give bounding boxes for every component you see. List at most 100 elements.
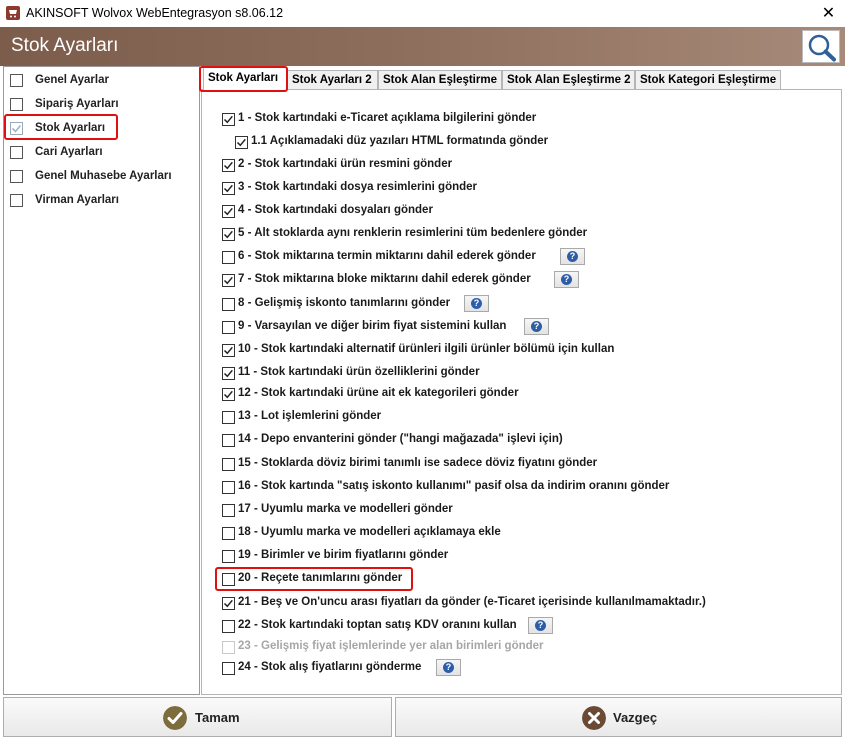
- help-button-option-6[interactable]: ?: [560, 248, 585, 265]
- option-row-15[interactable]: 15 - Stoklarda döviz birimi tanımlı ise …: [222, 456, 822, 474]
- checkbox-checked[interactable]: [235, 136, 248, 149]
- checkbox-checked[interactable]: [222, 388, 235, 401]
- checkmark-icon: [223, 184, 233, 193]
- checkbox[interactable]: [10, 194, 23, 207]
- tab-stok-ayarlari-2[interactable]: Stok Ayarları 2: [287, 70, 378, 90]
- option-label: 24 - Stok alış fiyatlarını gönderme: [238, 661, 422, 673]
- cancel-button-label: Vazgeç: [613, 710, 658, 725]
- option-row-7[interactable]: 7 - Stok miktarına bloke miktarını dahil…: [222, 272, 822, 290]
- checkbox-checked[interactable]: [222, 367, 235, 380]
- checkbox[interactable]: [10, 170, 23, 183]
- option-row-2[interactable]: 2 - Stok kartındaki ürün resmini gönder: [222, 157, 822, 175]
- option-label: 16 - Stok kartında "satış iskonto kullan…: [238, 480, 670, 492]
- checkbox[interactable]: [222, 411, 235, 424]
- option-label: 6 - Stok miktarına termin miktarını dahi…: [238, 250, 536, 262]
- checkbox[interactable]: [222, 434, 235, 447]
- option-row-1[interactable]: 1 - Stok kartındaki e-Ticaret açıklama b…: [222, 111, 822, 129]
- checkmark-icon: [223, 369, 233, 378]
- magnifier-icon: [808, 34, 836, 62]
- option-row-16[interactable]: 16 - Stok kartında "satış iskonto kullan…: [222, 479, 822, 497]
- help-question-icon: ?: [443, 662, 454, 673]
- checkbox-checked[interactable]: [222, 113, 235, 126]
- checkmark-icon: [223, 207, 233, 216]
- option-row-22[interactable]: 22 - Stok kartındaki toptan satış KDV or…: [222, 618, 822, 636]
- option-label: 13 - Lot işlemlerini gönder: [238, 410, 382, 422]
- help-button-option-22[interactable]: ?: [528, 617, 553, 634]
- option-label: 10 - Stok kartındaki alternatif ürünleri…: [238, 343, 615, 355]
- tab-strip: Stok Ayarları Stok Ayarları 2 Stok Alan …: [201, 66, 845, 90]
- option-row-23: 23 - Gelişmiş fiyat işlemlerinde yer ala…: [222, 639, 822, 657]
- option-row-13[interactable]: 13 - Lot işlemlerini gönder: [222, 409, 822, 427]
- option-row-12[interactable]: 12 - Stok kartındaki ürüne ait ek katego…: [222, 386, 822, 404]
- help-button-option-24[interactable]: ?: [436, 659, 461, 676]
- option-row-6[interactable]: 6 - Stok miktarına termin miktarını dahi…: [222, 249, 822, 267]
- option-label: 2 - Stok kartındaki ürün resmini gönder: [238, 158, 453, 170]
- option-row-9[interactable]: 9 - Varsayılan ve diğer birim fiyat sist…: [222, 319, 822, 337]
- checkbox[interactable]: [222, 321, 235, 334]
- checkbox-checked[interactable]: [222, 228, 235, 241]
- checkbox-checked[interactable]: [222, 159, 235, 172]
- option-row-11[interactable]: 11 - Stok kartındaki ürün özelliklerini …: [222, 365, 822, 383]
- option-row-19[interactable]: 19 - Birimler ve birim fiyatlarını gönde…: [222, 548, 822, 566]
- option-row-18[interactable]: 18 - Uyumlu marka ve modelleri açıklamay…: [222, 525, 822, 543]
- option-label: 19 - Birimler ve birim fiyatlarını gönde…: [238, 549, 449, 561]
- option-row-3[interactable]: 3 - Stok kartındaki dosya resimlerini gö…: [222, 180, 822, 198]
- window-title: AKINSOFT Wolvox WebEntegrasyon s8.06.12: [26, 6, 284, 20]
- option-row-10[interactable]: 10 - Stok kartındaki alternatif ürünleri…: [222, 342, 822, 360]
- help-button-option-8[interactable]: ?: [464, 295, 489, 312]
- option-label: 8 - Gelişmiş iskonto tanımlarını gönder: [238, 297, 451, 309]
- option-row-21[interactable]: 21 - Beş ve On'uncu arası fiyatları da g…: [222, 595, 822, 613]
- option-label: 5 - Alt stoklarda aynı renklerin resimle…: [238, 227, 588, 239]
- checkbox[interactable]: [222, 527, 235, 540]
- highlight-box-sidebar: [4, 114, 118, 140]
- checkbox[interactable]: [222, 550, 235, 563]
- option-label: 7 - Stok miktarına bloke miktarını dahil…: [238, 273, 531, 285]
- search-button[interactable]: [802, 30, 840, 63]
- help-question-icon: ?: [567, 251, 578, 262]
- checkbox[interactable]: [222, 458, 235, 471]
- tab-stok-kategori-eslestirme[interactable]: Stok Kategori Eşleştirme: [635, 70, 781, 90]
- checkbox-checked[interactable]: [222, 344, 235, 357]
- option-row-17[interactable]: 17 - Uyumlu marka ve modelleri gönder: [222, 502, 822, 520]
- sidebar-item-label: Sipariş Ayarları: [35, 98, 119, 110]
- checkmark-icon: [223, 390, 233, 399]
- option-row-5[interactable]: 5 - Alt stoklarda aynı renklerin resimle…: [222, 226, 822, 244]
- checkbox-checked[interactable]: [222, 205, 235, 218]
- option-row-4[interactable]: 4 - Stok kartındaki dosyaları gönder: [222, 203, 822, 221]
- checkbox-checked[interactable]: [222, 274, 235, 287]
- check-circle-icon: [163, 706, 187, 730]
- checkbox[interactable]: [222, 620, 235, 633]
- option-label: 1.1 Açıklamadaki düz yazıları HTML forma…: [251, 135, 549, 147]
- checkbox[interactable]: [10, 146, 23, 159]
- option-row-14[interactable]: 14 - Depo envanterini gönder ("hangi mağ…: [222, 432, 822, 450]
- checkbox-checked[interactable]: [222, 182, 235, 195]
- ok-button-label: Tamam: [195, 710, 240, 725]
- help-button-option-9[interactable]: ?: [524, 318, 549, 335]
- sidebar-item-label: Virman Ayarları: [35, 194, 119, 206]
- cancel-button[interactable]: Vazgeç: [395, 697, 842, 737]
- checkbox[interactable]: [222, 298, 235, 311]
- option-label: 11 - Stok kartındaki ürün özelliklerini …: [238, 366, 480, 378]
- help-button-option-7[interactable]: ?: [554, 271, 579, 288]
- checkbox[interactable]: [222, 251, 235, 264]
- app-cart-icon: [6, 6, 20, 20]
- option-row-8[interactable]: 8 - Gelişmiş iskonto tanımlarını gönder: [222, 296, 822, 314]
- highlight-box-option-20: [215, 567, 413, 591]
- checkbox: [222, 641, 235, 654]
- checkbox[interactable]: [222, 481, 235, 494]
- checkbox[interactable]: [10, 98, 23, 111]
- option-row-24[interactable]: 24 - Stok alış fiyatlarını gönderme: [222, 660, 822, 678]
- option-label: 22 - Stok kartındaki toptan satış KDV or…: [238, 619, 517, 631]
- checkbox[interactable]: [10, 74, 23, 87]
- checkbox[interactable]: [222, 504, 235, 517]
- option-label: 3 - Stok kartındaki dosya resimlerini gö…: [238, 181, 478, 193]
- ok-button[interactable]: Tamam: [3, 697, 392, 737]
- tab-stok-alan-eslestirme-2[interactable]: Stok Alan Eşleştirme 2: [502, 70, 635, 90]
- checkbox-checked[interactable]: [222, 597, 235, 610]
- tab-stok-alan-eslestirme[interactable]: Stok Alan Eşleştirme: [378, 70, 502, 90]
- checkbox[interactable]: [222, 662, 235, 675]
- option-label: 1 - Stok kartındaki e-Ticaret açıklama b…: [238, 112, 537, 124]
- close-icon[interactable]: ✕: [812, 0, 845, 27]
- help-question-icon: ?: [471, 298, 482, 309]
- option-row-1-1[interactable]: 1.1 Açıklamadaki düz yazıları HTML forma…: [235, 134, 835, 152]
